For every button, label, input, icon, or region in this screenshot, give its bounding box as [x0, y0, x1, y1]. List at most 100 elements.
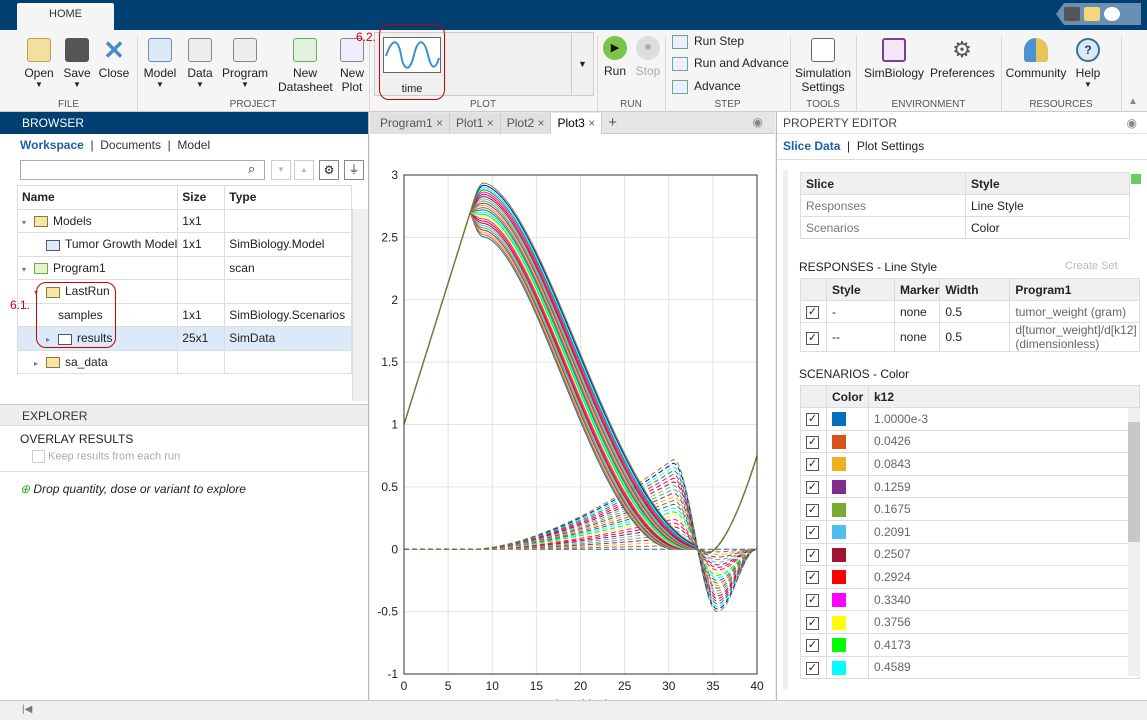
response-checkbox[interactable]: ✓	[806, 331, 819, 345]
advance-button[interactable]: Advance	[672, 79, 741, 94]
color-swatch[interactable]	[832, 457, 846, 472]
scenario-checkbox[interactable]: ✓	[806, 435, 819, 449]
collapse-ribbon-icon[interactable]: ▲	[1128, 96, 1138, 107]
color-swatch[interactable]	[832, 434, 846, 449]
color-swatch[interactable]	[832, 502, 846, 517]
scenario-row[interactable]: ✓ 0.2507	[800, 542, 1140, 567]
scenario-checkbox[interactable]: ✓	[806, 571, 819, 585]
scenarios-scrollbar[interactable]	[1128, 408, 1140, 676]
expand-toggle[interactable]: ▾	[22, 265, 34, 274]
color-swatch[interactable]	[832, 638, 846, 653]
move-down-button[interactable]: ▼	[271, 160, 291, 180]
scenario-checkbox[interactable]: ✓	[806, 481, 819, 495]
slice-row[interactable]: Responses Line Style	[800, 194, 1130, 217]
keep-results-checkbox[interactable]: Keep results from each run	[0, 446, 368, 463]
scenario-checkbox[interactable]: ✓	[806, 503, 819, 517]
color-swatch[interactable]	[832, 547, 846, 562]
scenario-row[interactable]: ✓ 0.0426	[800, 429, 1140, 454]
scenario-row[interactable]: ✓ 0.2924	[800, 565, 1140, 589]
scenario-checkbox[interactable]: ✓	[806, 548, 819, 562]
scenario-checkbox[interactable]: ✓	[806, 458, 819, 472]
browser-search-input[interactable]	[20, 160, 265, 180]
tab-home[interactable]: HOME	[17, 3, 114, 30]
tree-row[interactable]: Tumor Growth Model 1x1 SimBiology.Model	[16, 232, 352, 257]
color-swatch[interactable]	[832, 479, 846, 494]
tree-row[interactable]: ▾ Program1 scan	[16, 255, 352, 280]
slice-style[interactable]: Line Style	[965, 194, 1130, 217]
tab-program1[interactable]: Program1 ×	[370, 113, 451, 134]
scenario-row[interactable]: ✓ 0.0843	[800, 452, 1140, 476]
preferences-button[interactable]: ⚙ Preferences	[930, 38, 995, 81]
marker[interactable]: none	[893, 300, 941, 323]
open-button[interactable]: Open ▼	[24, 38, 54, 90]
browser-scrollbar[interactable]	[352, 209, 368, 401]
scenario-row[interactable]: ✓ 0.3756	[800, 610, 1140, 634]
tab-plot-settings[interactable]: Plot Settings	[857, 139, 924, 153]
tab-plot1[interactable]: Plot1 ×	[450, 113, 501, 134]
scenario-row[interactable]: ✓ 0.1675	[800, 497, 1140, 521]
column-name[interactable]: Name	[16, 185, 179, 210]
response-row[interactable]: ✓ -- none 0.5 d[tumor_weight]/d[k12] (dimens…	[800, 322, 1140, 352]
filter-icon[interactable]: ⏚	[344, 160, 364, 180]
line-style[interactable]: --	[826, 322, 895, 352]
run-step-button[interactable]: Run Step	[672, 34, 744, 49]
model-button[interactable]: Model ▼	[142, 38, 178, 90]
scenario-checkbox[interactable]: ✓	[806, 594, 819, 608]
color-swatch[interactable]	[832, 570, 846, 585]
scenario-row[interactable]: ✓ 0.4173	[800, 632, 1140, 657]
scenario-row[interactable]: ✓ 1.0000e-3	[800, 407, 1140, 431]
save-icon[interactable]	[1064, 7, 1080, 21]
scenario-checkbox[interactable]: ✓	[806, 639, 819, 653]
stop-button[interactable]: ■ Stop	[634, 36, 662, 78]
scenario-row[interactable]: ✓ 0.4589	[800, 655, 1140, 680]
new-plot-button[interactable]: New Plot	[337, 38, 367, 94]
tree-row[interactable]: ▾ Models 1x1	[16, 208, 352, 233]
simbiology-button[interactable]: SimBiology	[862, 38, 926, 80]
tree-row[interactable]: ▸ sa_data	[16, 349, 352, 374]
column-type[interactable]: Type	[224, 185, 352, 210]
panel-menu-icon[interactable]: ◉	[1127, 112, 1137, 134]
collapse-left-icon[interactable]: |◀	[22, 704, 32, 715]
community-button[interactable]: Community	[1004, 38, 1068, 80]
line-style[interactable]: -	[826, 300, 895, 323]
create-set-button[interactable]: Create Set	[1065, 260, 1118, 272]
color-swatch[interactable]	[832, 660, 846, 675]
run-and-advance-button[interactable]: Run and Advance	[672, 56, 789, 71]
color-swatch[interactable]	[832, 615, 846, 630]
tab-plot3[interactable]: Plot3 ×	[551, 113, 603, 134]
simulation-settings-button[interactable]: Simulation Settings	[793, 38, 853, 94]
scenario-row[interactable]: ✓ 0.2091	[800, 519, 1140, 544]
folder-icon[interactable]	[1084, 7, 1100, 21]
move-up-button[interactable]: ▲	[294, 160, 314, 180]
line-width[interactable]: 0.5	[939, 322, 1011, 352]
scenario-checkbox[interactable]: ✓	[806, 616, 819, 630]
add-tab-button[interactable]: +	[602, 112, 623, 133]
close-tab-icon[interactable]: ×	[588, 116, 595, 130]
close-tab-icon[interactable]: ×	[537, 116, 544, 130]
slice-row[interactable]: Scenarios Color	[800, 216, 1130, 239]
search-icon[interactable]: ⌕	[248, 161, 255, 177]
marker[interactable]: none	[893, 322, 941, 352]
color-swatch[interactable]	[832, 592, 846, 607]
scenario-checkbox[interactable]: ✓	[806, 661, 819, 675]
panel-menu-icon[interactable]: ◉	[753, 115, 763, 129]
close-button[interactable]: ✕ Close	[98, 37, 130, 80]
run-button[interactable]: ▶ Run	[602, 36, 628, 78]
scenario-row[interactable]: ✓ 0.1259	[800, 474, 1140, 499]
scenario-checkbox[interactable]: ✓	[806, 413, 819, 427]
expand-toggle[interactable]: ▾	[22, 218, 34, 227]
help-button[interactable]: ? Help ▼	[1072, 38, 1104, 90]
drop-zone[interactable]: ⊕ Drop quantity, dose or variant to expl…	[0, 471, 368, 496]
scenario-checkbox[interactable]: ✓	[806, 526, 819, 540]
new-datasheet-button[interactable]: New Datasheet	[278, 38, 333, 94]
scenario-row[interactable]: ✓ 0.3340	[800, 587, 1140, 612]
link-workspace[interactable]: Workspace	[20, 138, 84, 152]
response-row[interactable]: ✓ - none 0.5 tumor_weight (gram)	[800, 300, 1140, 323]
data-button[interactable]: Data ▼	[184, 38, 216, 90]
color-swatch[interactable]	[832, 525, 846, 540]
link-model[interactable]: Model	[177, 138, 210, 152]
close-tab-icon[interactable]: ×	[487, 116, 494, 130]
close-tab-icon[interactable]: ×	[436, 116, 443, 130]
save-button[interactable]: Save ▼	[62, 38, 92, 90]
plot-axes[interactable]: 051015202530354032.521.510.50-0.5-1time …	[370, 134, 775, 712]
